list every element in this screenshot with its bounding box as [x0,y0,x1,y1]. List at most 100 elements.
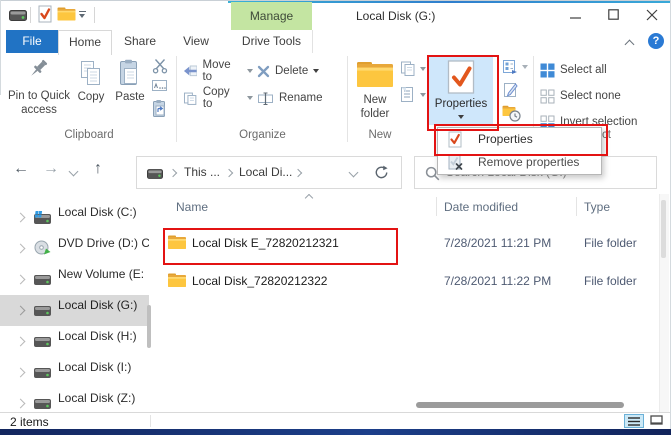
window-border-top [0,0,671,1]
tab-drive-tools[interactable]: Drive Tools [231,30,313,53]
sidebar-item-local-disk-z[interactable]: Local Disk (Z:) [58,380,149,411]
file-row-date: 7/28/2021 11:21 PM [444,236,551,250]
icons-view-button[interactable] [647,414,667,428]
history-button[interactable] [502,105,524,125]
details-view-button[interactable] [624,414,644,428]
pin-label: Pin to Quick access [8,89,70,117]
chevron-down-icon [313,69,319,73]
help-button[interactable]: ? [648,33,664,49]
sidebar-item-new-volume-e[interactable]: New Volume (E: [58,256,149,287]
details-view-icon [628,417,640,426]
file-row-type: File folder [584,274,637,288]
copy-label: Copy [72,91,110,103]
paste-button[interactable]: Paste [110,57,150,123]
item-count: 2 items [10,415,49,429]
menu-item-remove-properties[interactable]: Remove properties [438,151,601,174]
horizontal-scrollbar-thumb[interactable] [416,402,624,408]
group-separator [347,56,348,142]
expand-chevron-icon[interactable] [16,368,26,378]
titlebar: Manage Local Disk (G:) [0,3,671,30]
copy-to-button[interactable]: Copy to [183,87,253,109]
column-divider[interactable] [576,197,577,216]
breadcrumb-local-disk[interactable]: Local Di... [239,165,292,179]
group-separator [176,56,177,142]
expand-chevron-icon[interactable] [16,399,26,409]
open-icon [502,59,518,74]
minimize-button[interactable] [556,0,594,30]
document-icon [400,86,414,103]
folder-icon[interactable] [57,7,76,24]
rename-button[interactable]: Rename [257,87,329,109]
sidebar-item-local-disk-i[interactable]: Local Disk (I:) [58,349,149,380]
properties-button[interactable]: Properties [429,57,493,125]
cut-button[interactable] [152,58,172,76]
breadcrumb-chevron-icon[interactable] [294,169,302,177]
column-divider[interactable] [436,197,437,216]
move-to-button[interactable]: Move to [183,60,253,82]
file-row-type: File folder [584,236,637,250]
copy-path-button[interactable] [151,79,171,95]
tab-view[interactable]: View [170,30,222,53]
sidebar-scrollbar-thumb[interactable] [147,305,151,348]
breadcrumb-chevron-icon[interactable] [225,169,233,177]
open-button[interactable] [502,59,530,77]
easy-access-button-2[interactable] [400,86,428,106]
file-row-name[interactable]: Local Disk E_72820212321 [192,236,392,250]
copy-to-icon [183,92,198,105]
expand-chevron-icon[interactable] [16,244,26,254]
sidebar-item-local-disk-g[interactable]: Local Disk (G:) [58,287,149,318]
paste-shortcut-icon [152,99,167,118]
drive-icon [33,398,53,412]
maximize-button[interactable] [594,0,632,30]
new-folder-button[interactable]: New folder [352,57,398,123]
new-folder-icon [356,59,394,92]
select-all-button[interactable]: Select all [540,59,607,81]
breadcrumb-chevron-icon[interactable] [169,169,177,177]
back-button[interactable]: ← [13,160,29,178]
menu-item-properties-label: Properties [478,128,533,151]
up-button[interactable]: ↑ [94,160,102,178]
column-header-type[interactable]: Type [584,200,610,214]
menu-item-properties[interactable]: Properties [438,128,601,151]
folder-icon [167,272,187,291]
edit-button[interactable] [503,82,523,100]
address-bar[interactable]: This ... Local Di... [136,156,402,189]
sidebar-item-local-disk-c[interactable]: Local Disk (C:) [58,194,149,225]
vertical-scrollbar-thumb[interactable] [661,200,666,258]
pin-to-quick-access-button[interactable]: Pin to Quick access [8,57,70,123]
tab-file[interactable]: File [6,30,58,53]
tab-home[interactable]: Home [58,30,112,55]
close-button[interactable] [632,0,671,30]
column-header-date-modified[interactable]: Date modified [444,200,518,214]
easy-access-button-1[interactable] [400,61,428,79]
qat-customize-line [79,11,86,12]
chevron-down-icon [79,14,85,18]
sidebar-item-dvd-drive-d[interactable]: DVD Drive (D:) C [58,225,149,256]
easy-access-icon [400,61,417,76]
forward-button[interactable]: → [43,160,59,178]
delete-button[interactable]: Delete [257,60,329,82]
address-dropdown-chevron-icon[interactable] [349,168,359,178]
file-row-name[interactable]: Local Disk_72820212322 [192,274,392,288]
drive-c-icon [33,211,53,228]
refresh-icon[interactable] [374,165,389,183]
window-border-left [0,0,1,95]
column-header-name[interactable]: Name [176,200,208,214]
new-group-label: New [350,129,410,141]
remove-properties-icon [448,154,463,174]
copy-button[interactable]: Copy [72,57,110,123]
sidebar-item-local-disk-h[interactable]: Local Disk (H:) [58,318,149,349]
select-none-button[interactable]: Select none [540,85,621,107]
dvd-drive-icon [34,240,51,258]
breadcrumb-this-pc[interactable]: This ... [184,165,220,179]
properties-check-icon[interactable] [38,5,52,26]
expand-chevron-icon[interactable] [16,337,26,347]
paste-shortcut-button[interactable] [152,99,172,119]
paste-icon [119,59,140,91]
expand-chevron-icon[interactable] [16,275,26,285]
properties-button-label: Properties [429,98,493,110]
copy-path-icon [151,79,168,92]
tab-share[interactable]: Share [114,30,166,53]
expand-chevron-icon[interactable] [16,213,26,223]
file-row-date: 7/28/2021 11:22 PM [444,274,551,288]
